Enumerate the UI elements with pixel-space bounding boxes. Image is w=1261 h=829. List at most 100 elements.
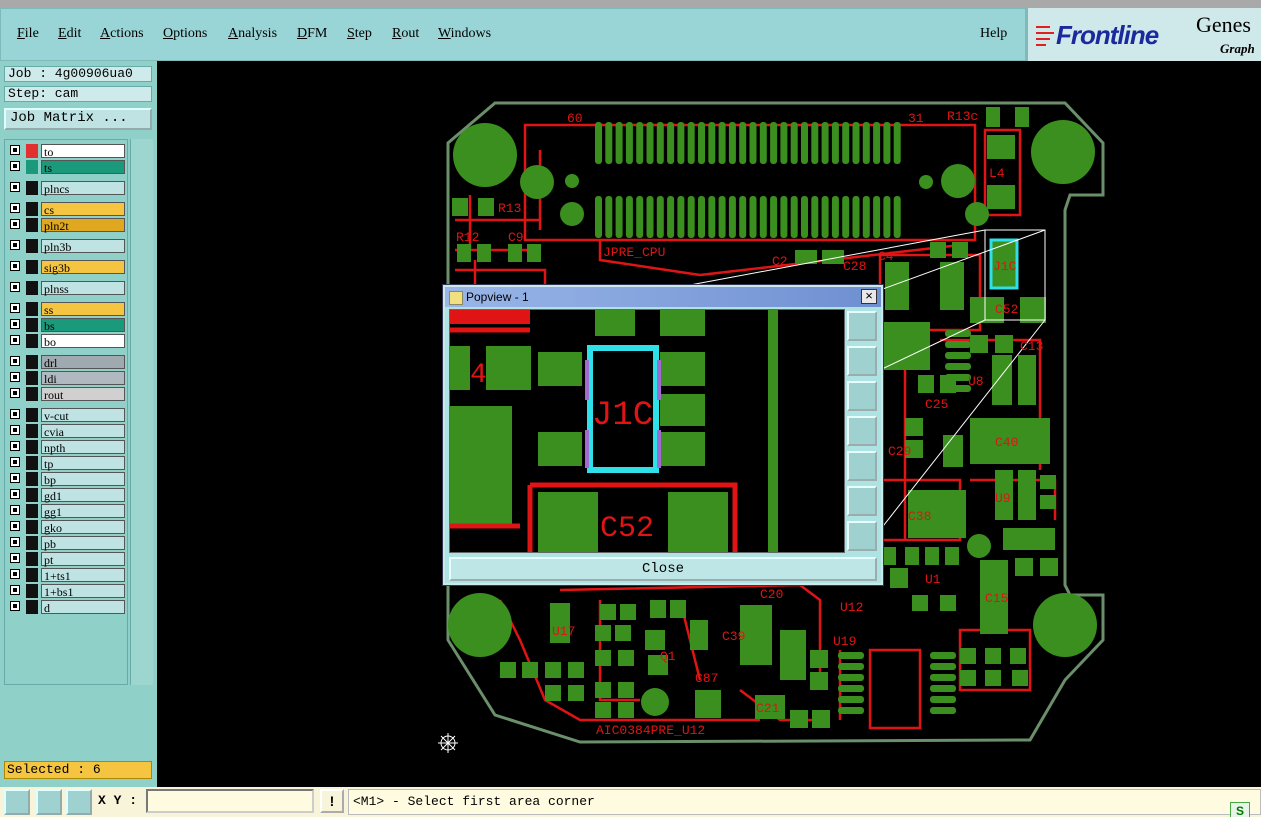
layer-checkbox[interactable] bbox=[10, 569, 20, 579]
layer-checkbox[interactable] bbox=[10, 601, 20, 611]
layer-row-gd1[interactable]: gd1 bbox=[7, 488, 127, 503]
layer-checkbox[interactable] bbox=[10, 388, 20, 398]
zoom-out-icon[interactable] bbox=[847, 486, 877, 516]
layer-row-to[interactable]: to bbox=[7, 144, 127, 159]
layer-checkbox[interactable] bbox=[10, 219, 20, 229]
layer-row-npth[interactable]: npth bbox=[7, 440, 127, 455]
menu-help[interactable]: Help bbox=[980, 26, 1007, 42]
layer-row-1+ts1[interactable]: 1+ts1 bbox=[7, 568, 127, 583]
layer-name[interactable]: d bbox=[41, 600, 125, 615]
layer-checkbox[interactable] bbox=[10, 473, 20, 483]
menu-rout[interactable]: Rout bbox=[392, 26, 419, 42]
layer-name[interactable]: cvia bbox=[41, 424, 125, 439]
layer-row-d[interactable]: d bbox=[7, 600, 127, 615]
layer-checkbox[interactable] bbox=[10, 335, 20, 345]
layer-name[interactable]: pt bbox=[41, 552, 125, 567]
layer-row-tp[interactable]: tp bbox=[7, 456, 127, 471]
layer-row-bo[interactable]: bo bbox=[7, 334, 127, 349]
layer-name[interactable]: to bbox=[41, 144, 125, 159]
layer-checkbox[interactable] bbox=[10, 505, 20, 515]
zoom-area-icon[interactable] bbox=[4, 789, 30, 815]
popview-titlebar[interactable]: Popview - 1 × bbox=[445, 287, 881, 307]
layer-row-ts[interactable]: ts bbox=[7, 160, 127, 175]
layer-name[interactable]: rout bbox=[41, 387, 125, 402]
menu-edit[interactable]: Edit bbox=[58, 26, 81, 42]
layer-name[interactable]: cs bbox=[41, 202, 125, 217]
layer-row-plncs[interactable]: plncs bbox=[7, 181, 127, 196]
layer-checkbox[interactable] bbox=[10, 240, 20, 250]
layer-name[interactable]: ss bbox=[41, 302, 125, 317]
menu-dfm[interactable]: DFM bbox=[297, 26, 327, 42]
layer-row-gko[interactable]: gko bbox=[7, 520, 127, 535]
layer-row-pb[interactable]: pb bbox=[7, 536, 127, 551]
menu-options[interactable]: Options bbox=[163, 26, 207, 42]
layer-name[interactable]: gd1 bbox=[41, 488, 125, 503]
layer-row-bs[interactable]: bs bbox=[7, 318, 127, 333]
layer-row-gg1[interactable]: gg1 bbox=[7, 504, 127, 519]
layer-checkbox[interactable] bbox=[10, 356, 20, 366]
layer-name[interactable]: ldi bbox=[41, 371, 125, 386]
layer-checkbox[interactable] bbox=[10, 585, 20, 595]
layer-row-cs[interactable]: cs bbox=[7, 202, 127, 217]
pan-right-icon[interactable] bbox=[847, 451, 877, 481]
layer-checkbox[interactable] bbox=[10, 521, 20, 531]
layer-name[interactable]: pln3b bbox=[41, 239, 125, 254]
menu-file[interactable]: File bbox=[17, 26, 39, 42]
layer-name[interactable]: 1+ts1 bbox=[41, 568, 125, 583]
layer-name[interactable]: tp bbox=[41, 456, 125, 471]
job-matrix-button[interactable]: Job Matrix ... bbox=[4, 108, 152, 130]
layer-checkbox[interactable] bbox=[10, 319, 20, 329]
measure-icon[interactable] bbox=[36, 789, 62, 815]
layer-checkbox[interactable] bbox=[10, 282, 20, 292]
layer-name[interactable]: bp bbox=[41, 472, 125, 487]
xy-input[interactable] bbox=[146, 789, 314, 813]
pan-left-icon[interactable] bbox=[847, 416, 877, 446]
layer-checkbox[interactable] bbox=[10, 182, 20, 192]
layer-checkbox[interactable] bbox=[10, 161, 20, 171]
layer-row-rout[interactable]: rout bbox=[7, 387, 127, 402]
menu-actions[interactable]: Actions bbox=[100, 26, 144, 42]
pan-down-icon[interactable] bbox=[847, 381, 877, 411]
layer-list-scrollbar[interactable] bbox=[130, 139, 153, 685]
layer-row-plnss[interactable]: plnss bbox=[7, 281, 127, 296]
layer-row-pt[interactable]: pt bbox=[7, 552, 127, 567]
layer-name[interactable]: sig3b bbox=[41, 260, 125, 275]
layer-checkbox[interactable] bbox=[10, 145, 20, 155]
popview-canvas[interactable]: 4 J1C C52 bbox=[449, 309, 845, 553]
layer-checkbox[interactable] bbox=[10, 489, 20, 499]
layer-checkbox[interactable] bbox=[10, 409, 20, 419]
layer-row-cvia[interactable]: cvia bbox=[7, 424, 127, 439]
layer-row-sig3b[interactable]: sig3b bbox=[7, 260, 127, 275]
layer-name[interactable]: pb bbox=[41, 536, 125, 551]
alert-button[interactable]: ! bbox=[320, 789, 344, 813]
menu-step[interactable]: Step bbox=[347, 26, 372, 42]
layer-name[interactable]: 1+bs1 bbox=[41, 584, 125, 599]
popview-close-button[interactable]: Close bbox=[449, 557, 877, 581]
layer-name[interactable]: pln2t bbox=[41, 218, 125, 233]
layer-name[interactable]: plnss bbox=[41, 281, 125, 296]
layer-checkbox[interactable] bbox=[10, 203, 20, 213]
layer-row-pln3b[interactable]: pln3b bbox=[7, 239, 127, 254]
layer-checkbox[interactable] bbox=[10, 553, 20, 563]
layer-row-pln2t[interactable]: pln2t bbox=[7, 218, 127, 233]
fit-view-icon[interactable] bbox=[847, 521, 877, 551]
pan-up-icon[interactable] bbox=[847, 346, 877, 376]
layer-row-v-cut[interactable]: v-cut bbox=[7, 408, 127, 423]
zoom-in-icon[interactable] bbox=[847, 311, 877, 341]
layer-row-drl[interactable]: drl bbox=[7, 355, 127, 370]
layer-row-bp[interactable]: bp bbox=[7, 472, 127, 487]
layer-name[interactable]: drl bbox=[41, 355, 125, 370]
layer-row-ss[interactable]: ss bbox=[7, 302, 127, 317]
layer-name[interactable]: plncs bbox=[41, 181, 125, 196]
layer-name[interactable]: bs bbox=[41, 318, 125, 333]
layer-name[interactable]: bo bbox=[41, 334, 125, 349]
layer-checkbox[interactable] bbox=[10, 303, 20, 313]
layer-name[interactable]: gko bbox=[41, 520, 125, 535]
layer-name[interactable]: gg1 bbox=[41, 504, 125, 519]
menu-analysis[interactable]: Analysis bbox=[228, 26, 277, 42]
menu-windows[interactable]: Windows bbox=[438, 26, 491, 42]
layer-name[interactable]: npth bbox=[41, 440, 125, 455]
grid-snap-icon[interactable] bbox=[66, 789, 92, 815]
layer-checkbox[interactable] bbox=[10, 425, 20, 435]
layer-row-1+bs1[interactable]: 1+bs1 bbox=[7, 584, 127, 599]
